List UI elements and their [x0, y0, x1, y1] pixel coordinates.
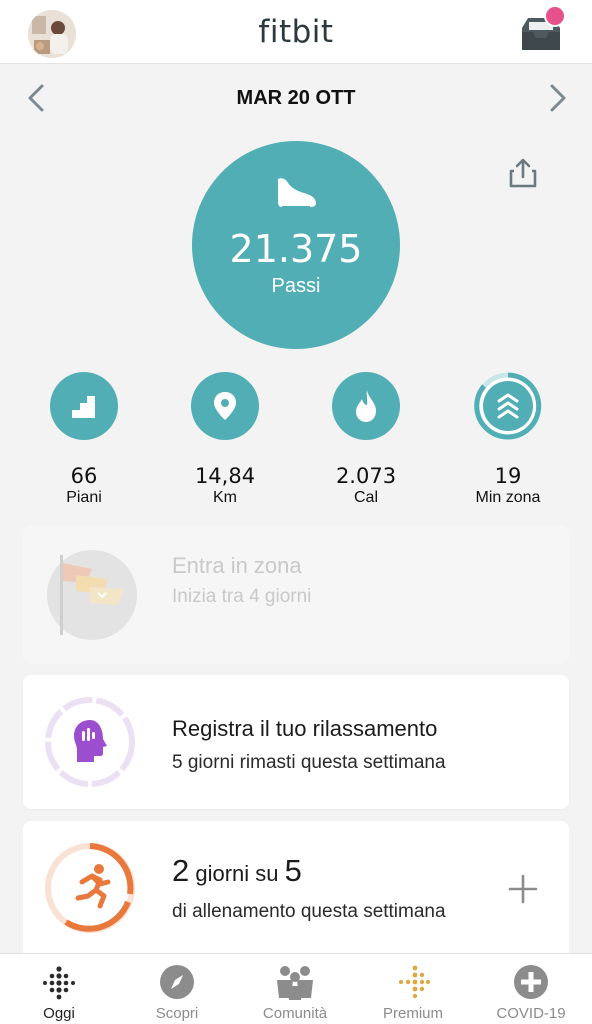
premium-dots-icon	[395, 964, 431, 1000]
runner-icon	[44, 842, 136, 934]
nav-tab-community[interactable]: Comunità	[236, 954, 354, 1024]
relaxation-card-title: Registra il tuo rilassamento	[172, 716, 438, 741]
workout-total: 5	[284, 853, 302, 888]
zone-minutes-stat[interactable]: 19 Min zona	[453, 372, 563, 512]
nav-tab-discover[interactable]: Scopri	[118, 954, 236, 1024]
zone-card-subtitle: Inizia tra 4 giorni	[172, 586, 312, 607]
floors-label: Piani	[66, 489, 102, 506]
fitbit-logo: fitbit	[258, 14, 334, 50]
zone-card[interactable]: Entra in zona Inizia tra 4 giorni	[23, 526, 569, 664]
distance-stat[interactable]: 14,84 Km	[170, 372, 280, 512]
nav-tab-today[interactable]: Oggi	[0, 954, 118, 1024]
nav-label-discover: Scopri	[155, 1005, 199, 1022]
nav-label-covid: COVID-19	[496, 1005, 566, 1022]
workout-count: 2	[172, 853, 190, 888]
date-navigation: MAR 20 OTT	[0, 76, 592, 120]
calories-stat[interactable]: 2.073 Cal	[311, 372, 421, 512]
nav-label-premium: Premium	[382, 1005, 443, 1022]
community-icon	[273, 964, 317, 1000]
zone-minutes-value: 19	[494, 464, 522, 488]
steps-label: Passi	[271, 275, 321, 297]
nav-label-community: Comunità	[262, 1005, 328, 1022]
relaxation-card-subtitle: 5 giorni rimasti questa settimana	[172, 752, 446, 773]
mind-head-icon	[44, 696, 136, 788]
nav-tab-covid[interactable]: COVID-19	[472, 954, 590, 1024]
distance-label: Km	[213, 489, 237, 506]
notification-badge	[544, 5, 566, 27]
flame-icon	[332, 372, 400, 440]
bottom-navigation: Oggi Scopri Comunità Premium COVID-19	[0, 953, 592, 1024]
add-icon[interactable]	[507, 873, 539, 905]
workout-count-separator: giorni su	[189, 861, 285, 886]
workout-card-subtitle: di allenamento questa settimana	[172, 901, 446, 922]
shoe-icon	[270, 173, 320, 213]
flags-icon	[46, 549, 138, 641]
zone-card-title: Entra in zona	[172, 553, 302, 578]
dots-grid-icon	[41, 964, 77, 1000]
floors-value: 66	[70, 464, 98, 488]
floors-stat[interactable]: 66 Piani	[29, 372, 139, 512]
location-pin-icon	[191, 372, 259, 440]
nav-label-today: Oggi	[43, 1005, 75, 1022]
workout-card-title: 2 giorni su 5	[172, 853, 302, 889]
zone-minutes-label: Min zona	[475, 489, 541, 506]
plus-circle-icon	[513, 964, 549, 1000]
compass-icon	[159, 964, 195, 1000]
distance-value: 14,84	[194, 464, 256, 488]
app-header: fitbit	[0, 0, 592, 64]
calories-label: Cal	[353, 489, 378, 506]
steps-value: 21.375	[229, 227, 363, 271]
relaxation-card[interactable]: Registra il tuo rilassamento 5 giorni ri…	[23, 675, 569, 809]
stairs-icon	[50, 372, 118, 440]
steps-tile[interactable]: 21.375 Passi	[192, 141, 400, 349]
next-day-button[interactable]	[544, 82, 572, 114]
share-icon[interactable]	[506, 156, 540, 190]
workout-goal-card[interactable]: 2 giorni su 5 di allenamento questa sett…	[23, 821, 569, 961]
zone-chevrons-icon	[474, 372, 542, 440]
calories-value: 2.073	[335, 464, 397, 488]
nav-tab-premium[interactable]: Premium	[354, 954, 472, 1024]
date-title[interactable]: MAR 20 OTT	[0, 87, 592, 110]
